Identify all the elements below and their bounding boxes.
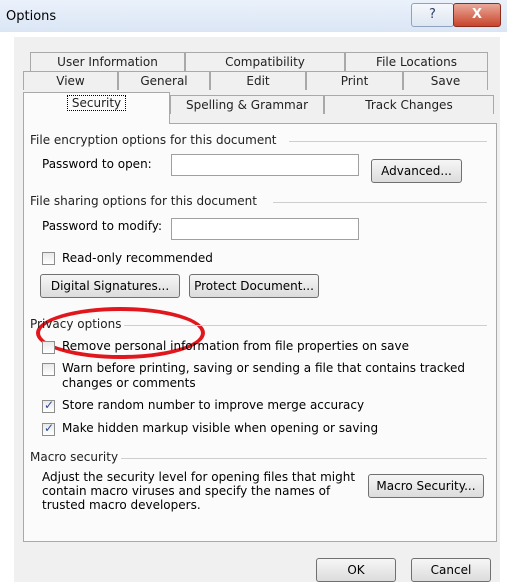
checkmark-icon: ✓ [44,398,55,412]
warn-tracked-changes-label: Warn before printing, saving or sending … [62,361,465,375]
macro-group-heading: Macro security [30,450,119,464]
close-button[interactable]: X [453,3,501,27]
readonly-checkbox[interactable] [42,252,55,265]
password-modify-field[interactable] [171,218,359,240]
password-open-field[interactable] [171,154,359,176]
encryption-group-heading: File encryption options for this documen… [30,133,277,147]
hidden-markup-checkbox[interactable]: ✓ [42,421,55,436]
macro-divider [121,458,487,459]
sharing-divider [273,202,487,203]
sharing-group-heading: File sharing options for this document [30,194,257,208]
readonly-label: Read-only recommended [62,251,213,265]
tab-file-locations[interactable]: File Locations [345,52,488,71]
tab-edit[interactable]: Edit [210,71,306,90]
tab-security[interactable]: Security [23,92,170,124]
store-random-number-checkbox[interactable]: ✓ [42,398,55,413]
privacy-group-heading: Privacy options [30,317,122,331]
options-window: Options ? X User Information Compatibili… [0,0,507,584]
tab-user-information[interactable]: User Information [30,52,185,71]
remove-personal-info-label: Remove personal information from file pr… [62,339,409,353]
store-random-number-label: Store random number to improve merge acc… [62,398,365,412]
password-modify-label: Password to modify: [42,219,162,233]
help-icon: ? [429,7,436,22]
tab-view[interactable]: View [23,71,118,90]
encryption-divider [289,141,487,142]
password-open-label: Password to open: [42,157,152,171]
tab-print[interactable]: Print [306,71,403,90]
macro-security-button[interactable]: Macro Security... [368,474,484,498]
warn-tracked-changes-checkbox[interactable] [42,363,55,376]
remove-personal-info-checkbox[interactable] [42,341,55,354]
ok-button[interactable]: OK [316,558,396,582]
warn-tracked-changes-label-line2: changes or comments [62,376,196,390]
tab-save[interactable]: Save [403,71,488,90]
cancel-button[interactable]: Cancel [411,558,491,582]
privacy-divider [124,325,487,326]
macro-description-line3: trusted macro developers. [42,498,201,512]
close-icon: X [471,7,483,22]
advanced-button[interactable]: Advanced... [371,159,462,183]
macro-description-line2: contain macro viruses and specify the na… [42,484,331,498]
tab-track-changes[interactable]: Track Changes [324,95,494,114]
help-button[interactable]: ? [411,3,454,27]
title-bar[interactable]: Options ? X [0,0,507,32]
tab-security-label: Security [66,95,127,111]
macro-description-line1: Adjust the security level for opening fi… [42,470,356,484]
dialog-body: User Information Compatibility File Loca… [14,37,500,582]
tab-compatibility[interactable]: Compatibility [185,52,345,71]
protect-document-button[interactable]: Protect Document... [189,274,319,298]
digital-signatures-button[interactable]: Digital Signatures... [40,274,180,298]
tab-spelling-grammar[interactable]: Spelling & Grammar [170,95,324,114]
checkmark-icon: ✓ [44,421,55,435]
hidden-markup-label: Make hidden markup visible when opening … [62,421,379,435]
tab-general[interactable]: General [118,71,210,90]
window-title: Options [6,9,57,24]
